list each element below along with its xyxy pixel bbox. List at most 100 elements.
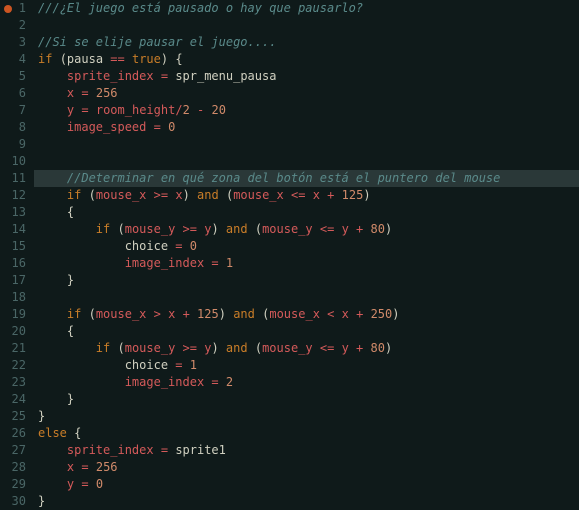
- code-line[interactable]: image_speed = 0: [34, 119, 579, 136]
- token-ident: choice: [125, 239, 168, 253]
- code-line[interactable]: sprite_index = spr_menu_pausa: [34, 68, 579, 85]
- line-number[interactable]: 3: [4, 34, 26, 51]
- line-number-gutter[interactable]: 1234567891011121314151617181920212223242…: [0, 0, 34, 510]
- code-line[interactable]: x = 256: [34, 459, 579, 476]
- code-line[interactable]: {: [34, 323, 579, 340]
- code-line[interactable]: else {: [34, 425, 579, 442]
- code-line[interactable]: //Determinar en qué zona del botón está …: [34, 170, 579, 187]
- line-number[interactable]: 19: [4, 306, 26, 323]
- line-number[interactable]: 17: [4, 272, 26, 289]
- code-line[interactable]: y = room_height/2 - 20: [34, 102, 579, 119]
- line-number[interactable]: 15: [4, 238, 26, 255]
- code-line[interactable]: image_index = 2: [34, 374, 579, 391]
- line-number[interactable]: 24: [4, 391, 26, 408]
- code-line[interactable]: //Si se elije pausar el juego....: [34, 34, 579, 51]
- token-sp: [81, 307, 88, 321]
- code-line[interactable]: [34, 17, 579, 34]
- code-line[interactable]: }: [34, 408, 579, 425]
- code-line[interactable]: [34, 153, 579, 170]
- token-kw: else: [38, 426, 67, 440]
- line-number[interactable]: 18: [4, 289, 26, 306]
- token-num: 80: [371, 222, 385, 236]
- code-line[interactable]: }: [34, 272, 579, 289]
- token-sp: [313, 222, 320, 236]
- token-num: 1: [190, 358, 197, 372]
- token-op: ==: [110, 52, 124, 66]
- line-number[interactable]: 12: [4, 187, 26, 204]
- token-sp: [334, 222, 341, 236]
- line-number[interactable]: 9: [4, 136, 26, 153]
- token-var: mouse_x: [233, 188, 284, 202]
- code-line[interactable]: if (mouse_y >= y) and (mouse_y <= y + 80…: [34, 340, 579, 357]
- token-kw: if: [38, 52, 52, 66]
- line-number[interactable]: 6: [4, 85, 26, 102]
- code-line[interactable]: }: [34, 493, 579, 510]
- code-line[interactable]: sprite_index = sprite1: [34, 442, 579, 459]
- line-number[interactable]: 23: [4, 374, 26, 391]
- code-line[interactable]: image_index = 1: [34, 255, 579, 272]
- code-line[interactable]: {: [34, 204, 579, 221]
- code-line[interactable]: [34, 289, 579, 306]
- line-number[interactable]: 21: [4, 340, 26, 357]
- line-number[interactable]: 1: [4, 0, 26, 17]
- line-number[interactable]: 28: [4, 459, 26, 476]
- line-number[interactable]: 25: [4, 408, 26, 425]
- token-sp: [38, 341, 96, 355]
- token-op: =: [211, 375, 218, 389]
- token-paren: ): [219, 307, 226, 321]
- token-num: 80: [371, 341, 385, 355]
- line-number[interactable]: 2: [4, 17, 26, 34]
- code-editor[interactable]: 1234567891011121314151617181920212223242…: [0, 0, 579, 510]
- code-line[interactable]: }: [34, 391, 579, 408]
- code-line[interactable]: [34, 136, 579, 153]
- token-brace: }: [67, 273, 74, 287]
- token-sp: [81, 188, 88, 202]
- line-number[interactable]: 22: [4, 357, 26, 374]
- token-var: sprite_index: [67, 443, 154, 457]
- line-number[interactable]: 27: [4, 442, 26, 459]
- line-number[interactable]: 30: [4, 493, 26, 510]
- code-line[interactable]: choice = 1: [34, 357, 579, 374]
- breakpoint-icon[interactable]: [4, 5, 12, 13]
- token-paren: ): [211, 341, 218, 355]
- token-brace: {: [175, 52, 182, 66]
- token-num: 256: [96, 460, 118, 474]
- line-number[interactable]: 29: [4, 476, 26, 493]
- token-kw: and: [197, 188, 219, 202]
- token-sp: [38, 120, 67, 134]
- code-line[interactable]: x = 256: [34, 85, 579, 102]
- line-number[interactable]: 8: [4, 119, 26, 136]
- line-number[interactable]: 7: [4, 102, 26, 119]
- token-sp: [219, 222, 226, 236]
- code-area[interactable]: ///¿El juego está pausado o hay que paus…: [34, 0, 579, 510]
- token-var: room_height: [96, 103, 175, 117]
- line-number[interactable]: 11: [4, 170, 26, 187]
- code-line[interactable]: if (mouse_x > x + 125) and (mouse_x < x …: [34, 306, 579, 323]
- token-paren: ): [385, 341, 392, 355]
- code-line[interactable]: choice = 0: [34, 238, 579, 255]
- line-number[interactable]: 26: [4, 425, 26, 442]
- token-sp: [38, 86, 67, 100]
- code-line[interactable]: if (pausa == true) {: [34, 51, 579, 68]
- token-sp: [334, 341, 341, 355]
- token-sp: [248, 222, 255, 236]
- code-line[interactable]: if (mouse_y >= y) and (mouse_y <= y + 80…: [34, 221, 579, 238]
- token-brace: }: [67, 392, 74, 406]
- line-number[interactable]: 13: [4, 204, 26, 221]
- code-line[interactable]: y = 0: [34, 476, 579, 493]
- code-line[interactable]: if (mouse_x >= x) and (mouse_x <= x + 12…: [34, 187, 579, 204]
- line-number[interactable]: 5: [4, 68, 26, 85]
- line-number[interactable]: 4: [4, 51, 26, 68]
- code-line[interactable]: ///¿El juego está pausado o hay que paus…: [34, 0, 579, 17]
- line-number[interactable]: 14: [4, 221, 26, 238]
- token-paren: ): [183, 188, 190, 202]
- line-number[interactable]: 20: [4, 323, 26, 340]
- line-number[interactable]: 10: [4, 153, 26, 170]
- token-paren: (: [89, 307, 96, 321]
- token-sp: [190, 103, 197, 117]
- token-sp: [89, 86, 96, 100]
- token-ident: sprite1: [175, 443, 226, 457]
- line-number[interactable]: 16: [4, 255, 26, 272]
- token-op: =: [81, 477, 88, 491]
- token-sp: [154, 443, 161, 457]
